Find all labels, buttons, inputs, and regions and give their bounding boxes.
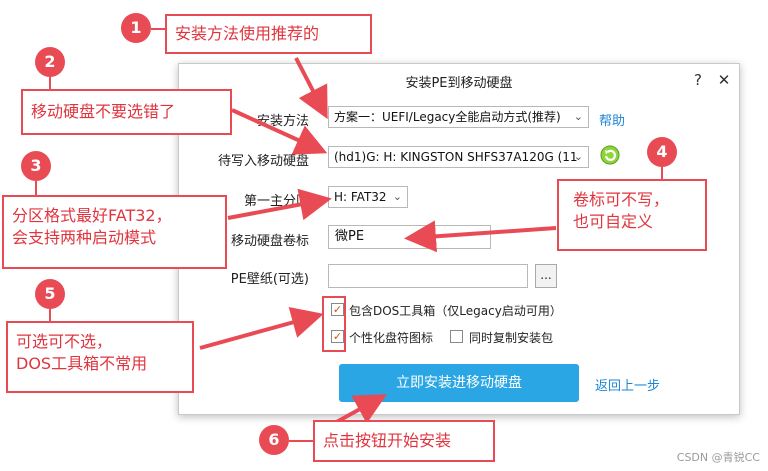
connector-line [151,28,165,30]
annotation-note-4-line1: 卷标可不写， [573,190,670,209]
connector-line [49,309,51,321]
connector-line [661,167,663,179]
watermark: CSDN @青锐CC [676,451,760,464]
annotation-note-4: 卷标可不写， 也可自定义 [557,179,707,251]
annotation-badge-2: 2 [35,47,65,77]
annotation-badge-5: 5 [35,279,65,309]
annotation-badge-4: 4 [647,137,677,167]
annotation-note-6: 点击按钮开始安装 [313,420,495,462]
connector-line [49,77,51,89]
annotation-note-1: 安装方法使用推荐的 [165,14,372,54]
annotation-note-5: 可选可不选， DOS工具箱不常用 [6,321,194,393]
annotation-badge-6: 6 [259,425,289,455]
annotation-badge-1: 1 [121,13,151,43]
annotation-note-4-line2: 也可自定义 [573,212,654,231]
connector-line [289,440,313,442]
annotation-note-3-line2: 会支持两种启动模式 [12,228,157,247]
annotation-note-5-line1: 可选可不选， [16,332,113,351]
annotation-note-3-line1: 分区格式最好FAT32， [12,206,172,225]
connector-line [35,181,37,195]
annotation-badge-3: 3 [21,151,51,181]
annotation-note-5-line2: DOS工具箱不常用 [16,354,148,373]
annotation-note-2: 移动硬盘不要选错了 [21,89,232,135]
annotation-note-3: 分区格式最好FAT32， 会支持两种启动模式 [2,195,227,269]
